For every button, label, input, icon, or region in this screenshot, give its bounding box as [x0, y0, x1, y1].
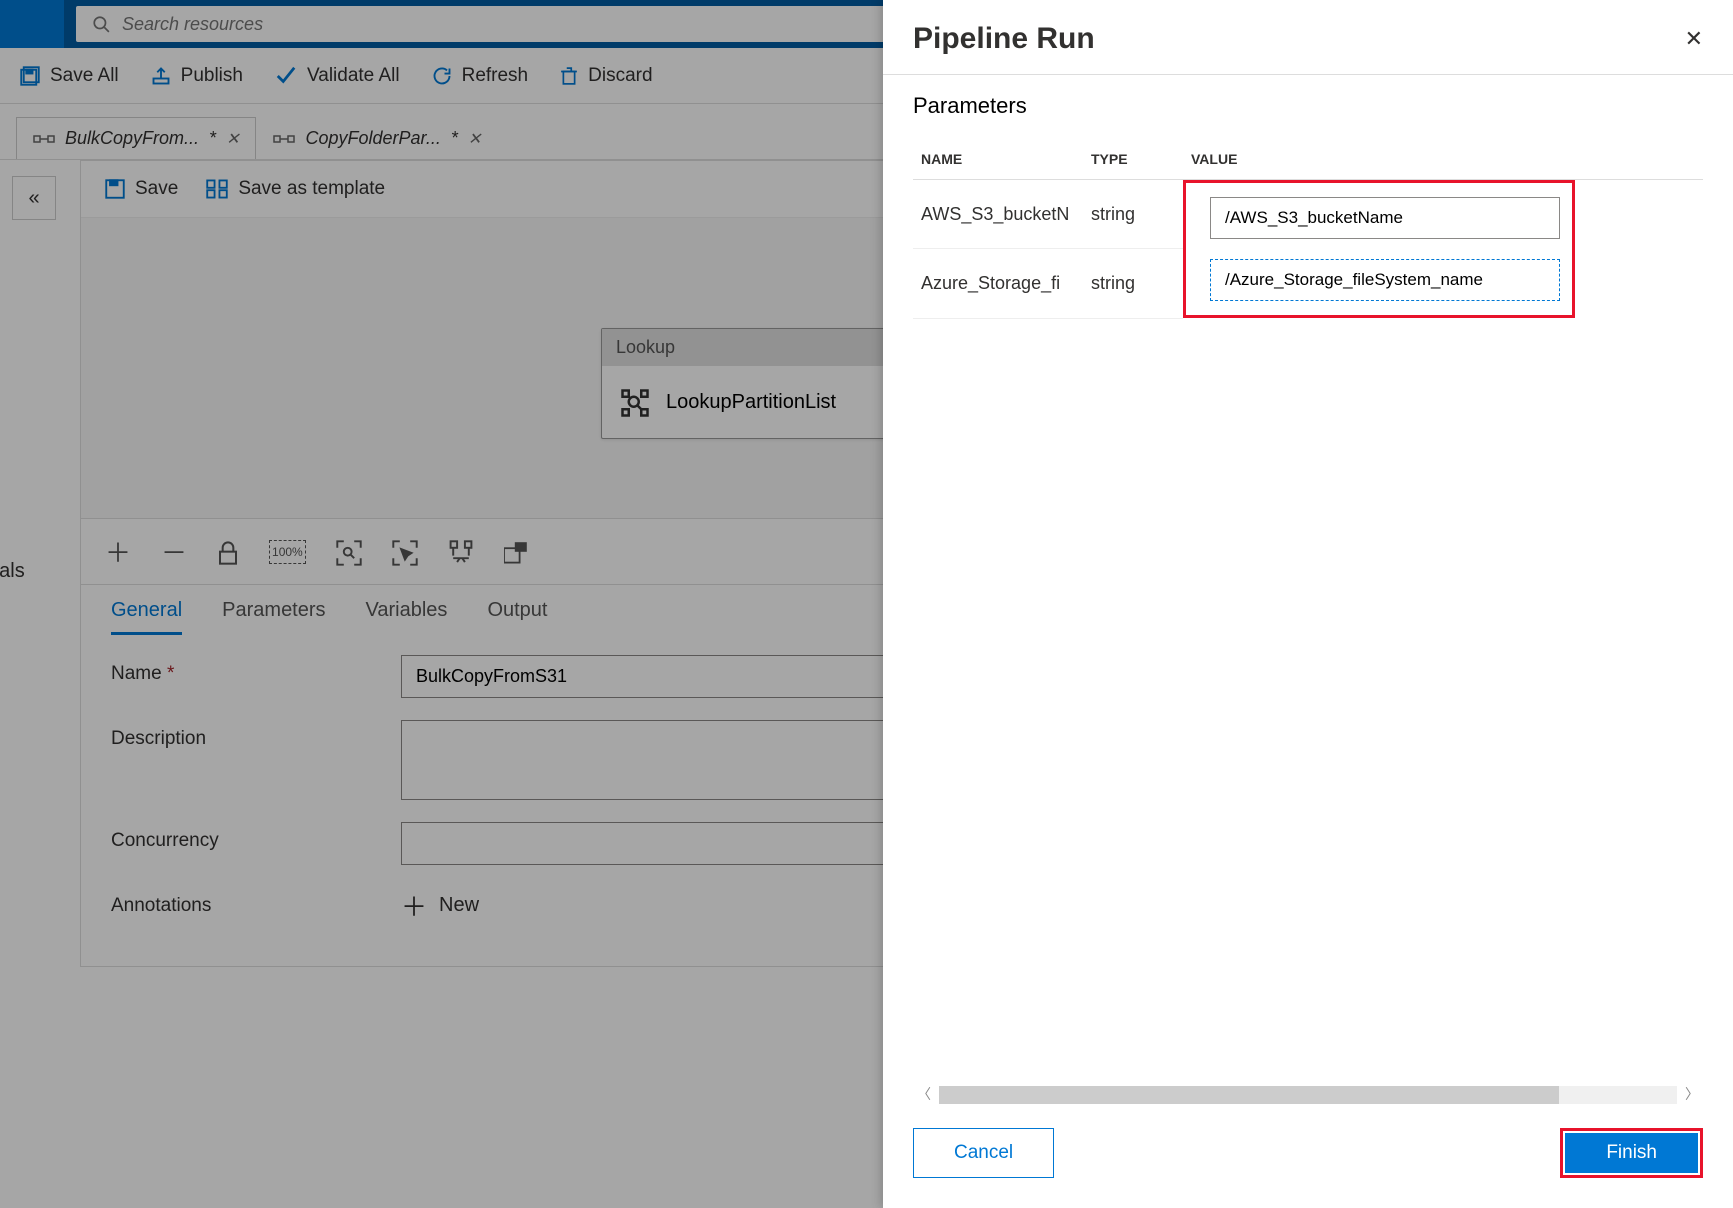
cancel-button[interactable]: Cancel	[913, 1128, 1054, 1178]
horizontal-scrollbar[interactable]: 〈 〉	[913, 1080, 1703, 1110]
tab-copyfolder[interactable]: CopyFolderPar... * ✕	[256, 117, 498, 159]
trash-icon	[560, 64, 578, 87]
publish-button[interactable]: Publish	[151, 64, 243, 87]
pipeline-run-panel: Pipeline Run ✕ Parameters NAME TYPE VALU…	[883, 0, 1733, 1208]
lock-icon[interactable]	[217, 536, 239, 567]
table-row: AWS_S3_bucketN string	[913, 180, 1703, 249]
save-all-label: Save All	[50, 65, 119, 87]
param-name: AWS_S3_bucketN	[913, 180, 1083, 249]
desc-label: Description	[111, 720, 401, 750]
refresh-icon	[432, 64, 452, 87]
values-highlight	[1183, 180, 1575, 318]
tab-dirty: *	[451, 128, 458, 149]
activity-header: Lookup ✓	[602, 329, 930, 366]
side-rail-fragment: nals	[0, 560, 25, 583]
concurrency-label: Concurrency	[111, 822, 401, 852]
annotations-label: Annotations	[111, 887, 401, 917]
pipeline-icon	[273, 128, 295, 149]
minimap-icon[interactable]	[504, 536, 528, 567]
tab-label: CopyFolderPar...	[305, 128, 440, 149]
param-type: string	[1083, 249, 1183, 318]
save-template-label: Save as template	[238, 178, 385, 200]
pipeline-icon	[33, 128, 55, 149]
panel-footer: Cancel Finish	[883, 1110, 1733, 1208]
scroll-right-icon[interactable]: 〉	[1685, 1084, 1699, 1104]
discard-label: Discard	[588, 65, 652, 87]
refresh-button[interactable]: Refresh	[432, 64, 529, 87]
tab-label: BulkCopyFrom...	[65, 128, 199, 149]
chevron-left-double-icon: «	[28, 187, 39, 210]
activity-name: LookupPartitionList	[666, 391, 836, 414]
select-icon[interactable]	[392, 536, 418, 567]
section-title: Parameters	[913, 93, 1703, 119]
discard-button[interactable]: Discard	[560, 64, 652, 87]
save-button[interactable]: Save	[105, 178, 178, 200]
param-value-input[interactable]	[1210, 197, 1560, 239]
finish-button[interactable]: Finish	[1565, 1133, 1698, 1173]
finish-highlight: Finish	[1560, 1128, 1703, 1178]
activity-body: LookupPartitionList	[602, 366, 930, 438]
col-type: TYPE	[1083, 139, 1183, 180]
search-icon	[92, 15, 110, 33]
param-type: string	[1083, 180, 1183, 249]
scroll-left-icon[interactable]: 〈	[917, 1084, 931, 1104]
add-icon[interactable]: ＋	[105, 533, 131, 570]
name-label: Name *	[111, 655, 401, 685]
param-name: Azure_Storage_fi	[913, 249, 1083, 318]
lookup-icon	[620, 386, 650, 418]
col-name: NAME	[913, 139, 1083, 180]
close-icon[interactable]: ✕	[468, 129, 481, 149]
save-all-button[interactable]: Save All	[20, 64, 119, 87]
publish-icon	[151, 64, 171, 87]
param-value-input[interactable]	[1210, 259, 1560, 301]
panel-title: Pipeline Run	[913, 22, 1095, 56]
remove-icon[interactable]: －	[161, 533, 187, 570]
close-icon[interactable]: ✕	[1685, 26, 1703, 52]
autolayout-icon[interactable]	[448, 536, 474, 567]
tab-output[interactable]: Output	[487, 599, 547, 635]
col-value: VALUE	[1183, 139, 1703, 180]
validate-icon	[275, 64, 297, 87]
template-icon	[206, 178, 228, 200]
save-all-icon	[20, 64, 40, 87]
collapse-sidebar-button[interactable]: «	[12, 176, 56, 220]
tab-parameters[interactable]: Parameters	[222, 599, 325, 635]
publish-label: Publish	[181, 65, 243, 87]
validate-all-label: Validate All	[307, 65, 400, 87]
tab-variables[interactable]: Variables	[366, 599, 448, 635]
activity-lookup[interactable]: Lookup ✓ LookupPartitionList	[601, 328, 931, 439]
tab-general[interactable]: General	[111, 599, 182, 635]
plus-icon: ＋	[401, 887, 427, 924]
activity-kind: Lookup	[616, 337, 675, 357]
scroll-thumb[interactable]	[939, 1086, 1559, 1104]
validate-all-button[interactable]: Validate All	[275, 64, 400, 87]
parameters-table: NAME TYPE VALUE AWS_S3_bucketN string	[913, 139, 1703, 319]
tab-bulkcopy[interactable]: BulkCopyFrom... * ✕	[16, 117, 256, 159]
app-menu[interactable]	[0, 0, 64, 48]
new-annotation-button[interactable]: ＋ New	[401, 887, 479, 924]
refresh-label: Refresh	[462, 65, 529, 87]
save-template-button[interactable]: Save as template	[206, 178, 385, 200]
tab-dirty: *	[209, 128, 216, 149]
save-icon	[105, 178, 125, 200]
zoom-100-icon[interactable]: 100%	[269, 540, 306, 564]
close-icon[interactable]: ✕	[226, 129, 239, 149]
save-label: Save	[135, 178, 178, 200]
new-label: New	[439, 894, 479, 917]
zoom-fit-icon[interactable]	[336, 536, 362, 567]
